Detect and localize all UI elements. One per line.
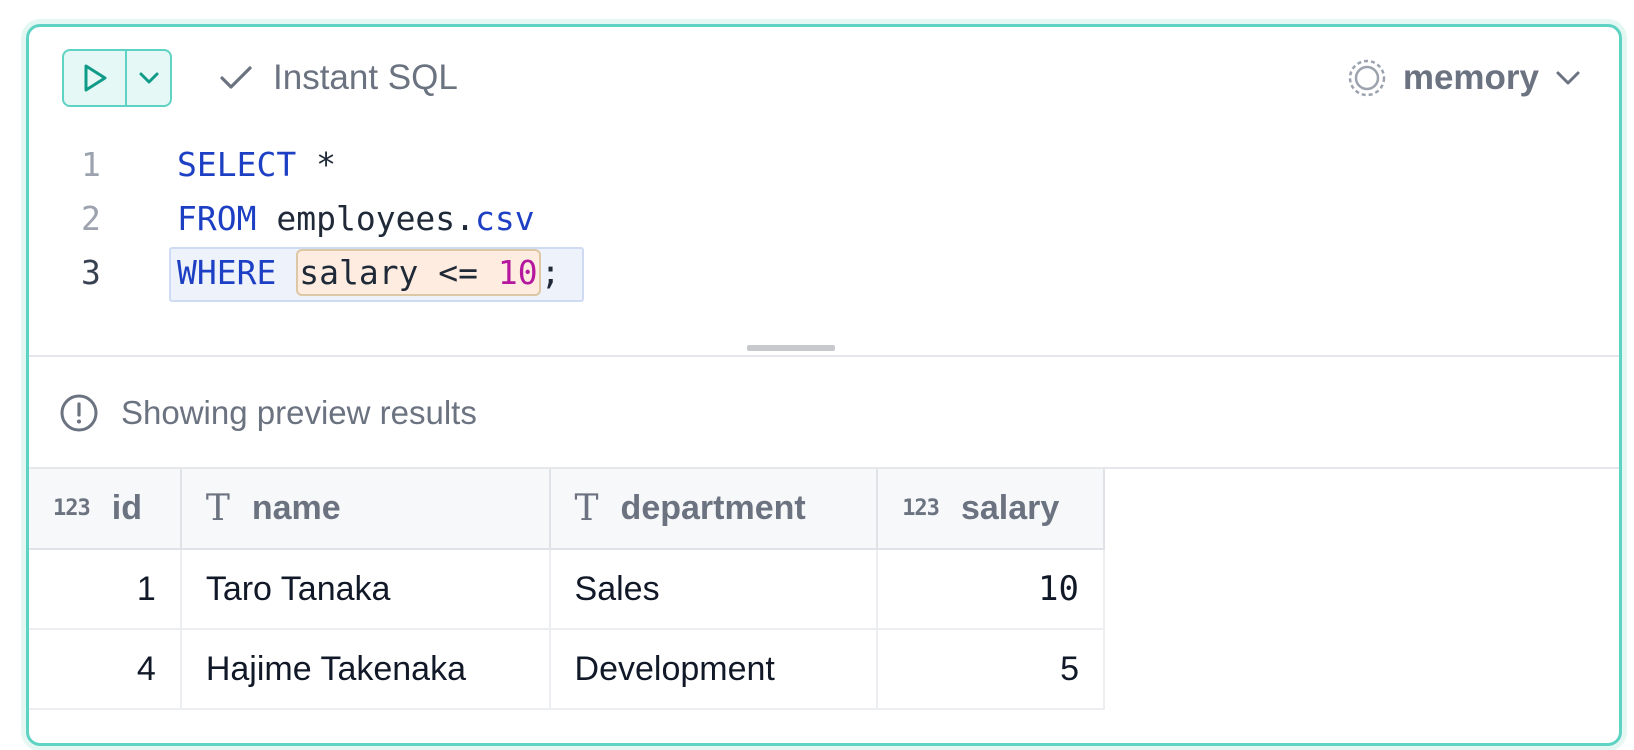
- number-type-icon: 123: [902, 496, 940, 521]
- table-row: 4 Hajime Takenaka Development 5: [29, 629, 1105, 710]
- cell-department[interactable]: Sales: [549, 549, 879, 630]
- column-header-department[interactable]: Tdepartment: [549, 469, 879, 550]
- editor-line: 1 SELECT *: [29, 137, 1619, 191]
- code-line: SELECT *: [177, 145, 336, 184]
- cell-salary[interactable]: 10: [877, 549, 1105, 630]
- cell-name[interactable]: Hajime Takenaka: [180, 629, 551, 710]
- table-token: employees.: [276, 198, 476, 238]
- chevron-down-icon: [139, 72, 158, 84]
- preview-notice-text: Showing preview results: [121, 394, 477, 431]
- text-type-icon: T: [574, 488, 599, 529]
- instant-sql-toggle[interactable]: Instant SQL: [219, 49, 458, 107]
- text-type-icon: T: [205, 488, 230, 529]
- info-circle-icon: [60, 394, 98, 432]
- run-dropdown-button[interactable]: [127, 51, 170, 105]
- keyword-token: SELECT: [177, 144, 297, 184]
- condition-column-token: salary <=: [299, 252, 498, 292]
- sql-cell: Instant SQL memory 1 SELECT * 2 FROM emp…: [26, 24, 1622, 746]
- database-status-icon: [1348, 59, 1386, 97]
- cell-id[interactable]: 1: [29, 549, 182, 630]
- column-header-id[interactable]: 123 id: [29, 469, 182, 550]
- keyword-token: WHERE: [177, 252, 277, 292]
- line-number: 3: [81, 252, 101, 292]
- sql-editor[interactable]: 1 SELECT * 2 FROM employees.csv 3 WHERE …: [29, 135, 1619, 355]
- cell-name[interactable]: Taro Tanaka: [180, 549, 551, 630]
- column-header-name[interactable]: Tname: [180, 469, 551, 550]
- table-row: 1 Taro Tanaka Sales 10: [29, 549, 1105, 630]
- editor-line: 2 FROM employees.csv: [29, 191, 1619, 245]
- check-icon: [220, 66, 252, 89]
- database-name: memory: [1402, 58, 1539, 97]
- column-header-salary[interactable]: 123 salary: [877, 469, 1105, 550]
- cell-department[interactable]: Development: [549, 629, 879, 710]
- code-line: WHERE salary <= 10;: [177, 248, 561, 296]
- line-number: 1: [81, 144, 101, 184]
- semicolon-token: ;: [540, 252, 561, 292]
- chevron-down-icon: [1556, 71, 1580, 85]
- cell-toolbar: Instant SQL memory: [29, 27, 1619, 123]
- star-token: *: [316, 144, 336, 184]
- number-type-icon: 123: [53, 496, 91, 521]
- preview-notice: Showing preview results: [59, 385, 477, 441]
- line-number: 2: [81, 198, 101, 238]
- keyword-token: FROM: [177, 198, 257, 238]
- database-selector[interactable]: memory: [1347, 49, 1581, 107]
- number-token: 10: [497, 252, 538, 292]
- divider: [29, 355, 1619, 357]
- column-name: salary: [960, 489, 1060, 527]
- run-button[interactable]: [64, 51, 127, 105]
- cell-salary[interactable]: 5: [877, 629, 1105, 710]
- column-name: name: [251, 489, 341, 527]
- column-name: department: [620, 489, 806, 527]
- condition-highlight[interactable]: salary <= 10: [296, 248, 541, 296]
- code-line: FROM employees.csv: [177, 199, 535, 238]
- results-table: 123 id Tname Tdepartment 123 salary 1 Taro…: [29, 469, 1105, 710]
- header-row: 123 id Tname Tdepartment 123 salary: [29, 469, 1105, 550]
- run-button-group: [62, 49, 172, 107]
- instant-sql-label: Instant SQL: [273, 58, 458, 97]
- column-name: id: [111, 489, 142, 527]
- resize-handle[interactable]: [747, 345, 835, 351]
- play-icon: [84, 64, 106, 92]
- cell-id[interactable]: 4: [29, 629, 182, 710]
- table-ext-token: csv: [475, 198, 535, 238]
- editor-line-active: 3 WHERE salary <= 10;: [29, 245, 1619, 302]
